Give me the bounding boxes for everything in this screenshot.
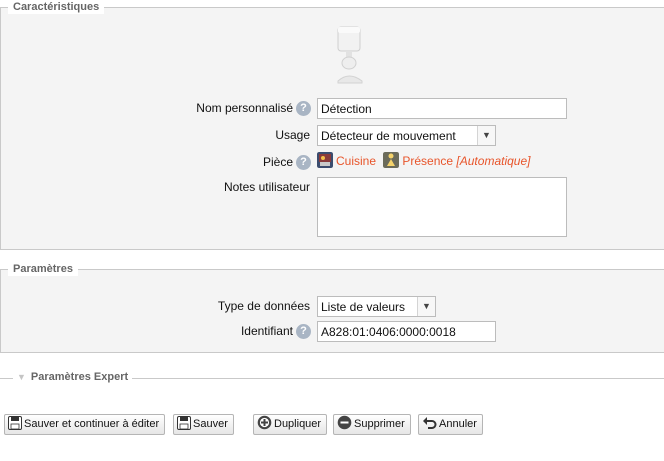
floppy-disk-icon: [177, 416, 191, 430]
characteristics-legend: Caractéristiques: [8, 0, 105, 14]
row-identifier: Identifiant ?: [1, 321, 664, 343]
kitchen-icon: [317, 152, 333, 168]
usage-select[interactable]: Détecteur de mouvement ▼: [317, 125, 496, 146]
notes-textarea[interactable]: [317, 177, 567, 237]
save-continue-label: Sauver et continuer à éditer: [24, 418, 160, 430]
chevron-down-icon[interactable]: ▼: [477, 126, 495, 145]
floppy-disk-icon: [8, 416, 22, 430]
help-icon[interactable]: ?: [296, 324, 311, 339]
usage-value: Détecteur de mouvement: [321, 129, 456, 143]
data-type-label: Type de données: [217, 299, 310, 313]
name-input[interactable]: [317, 98, 567, 119]
row-notes: Notes utilisateur: [1, 177, 664, 239]
expert-legend: Paramètres Expert: [30, 371, 129, 383]
scenario-mode: [Automatique]: [456, 154, 531, 168]
presence-icon: [383, 152, 400, 168]
expert-toggle[interactable]: ▼ Paramètres Expert: [13, 370, 133, 384]
room-value: Cuisine Présence [Automatique]: [317, 152, 530, 172]
notes-label: Notes utilisateur: [223, 180, 310, 194]
duplicate-label: Dupliquer: [274, 418, 322, 430]
help-icon[interactable]: ?: [296, 101, 311, 116]
row-data-type: Type de données Liste de valeurs ▼: [1, 296, 664, 318]
usage-label: Usage: [275, 128, 310, 142]
identifier-input[interactable]: [317, 321, 496, 342]
room-label: Pièce: [262, 155, 293, 169]
minus-circle-icon: [337, 415, 352, 430]
cancel-label: Annuler: [439, 418, 477, 430]
delete-button[interactable]: Supprimer: [333, 414, 411, 435]
duplicate-button[interactable]: Dupliquer: [253, 414, 328, 435]
save-label: Sauver: [193, 418, 228, 430]
characteristics-section: Caractéristiques Nom personnalisé ? Usag…: [0, 0, 664, 250]
data-type-select[interactable]: Liste de valeurs ▼: [317, 296, 436, 317]
parameters-legend: Paramètres: [8, 262, 78, 276]
triangle-down-icon: ▼: [17, 372, 26, 382]
expert-section: ▼ Paramètres Expert: [0, 370, 664, 384]
identifier-label: Identifiant: [240, 324, 293, 338]
duplicate-icon: [257, 415, 272, 430]
data-type-value: Liste de valeurs: [321, 300, 406, 314]
row-room: Pièce ? Cuisine Présence [Automatique]: [1, 152, 664, 174]
motion-sensor-icon: [337, 26, 363, 84]
chevron-down-icon[interactable]: ▼: [417, 297, 435, 316]
undo-icon: [423, 417, 437, 429]
scenario-link[interactable]: Présence: [402, 154, 453, 168]
save-continue-button[interactable]: Sauver et continuer à éditer: [4, 414, 166, 435]
help-icon[interactable]: ?: [296, 155, 311, 170]
room-link[interactable]: Cuisine: [336, 154, 376, 168]
row-name: Nom personnalisé ?: [1, 98, 664, 120]
save-button[interactable]: Sauver: [173, 414, 234, 435]
cancel-button[interactable]: Annuler: [418, 414, 483, 435]
parameters-section: Paramètres Type de données Liste de vale…: [0, 262, 664, 353]
name-label: Nom personnalisé: [196, 101, 293, 115]
row-usage: Usage Détecteur de mouvement ▼: [1, 125, 664, 147]
delete-label: Supprimer: [354, 418, 405, 430]
